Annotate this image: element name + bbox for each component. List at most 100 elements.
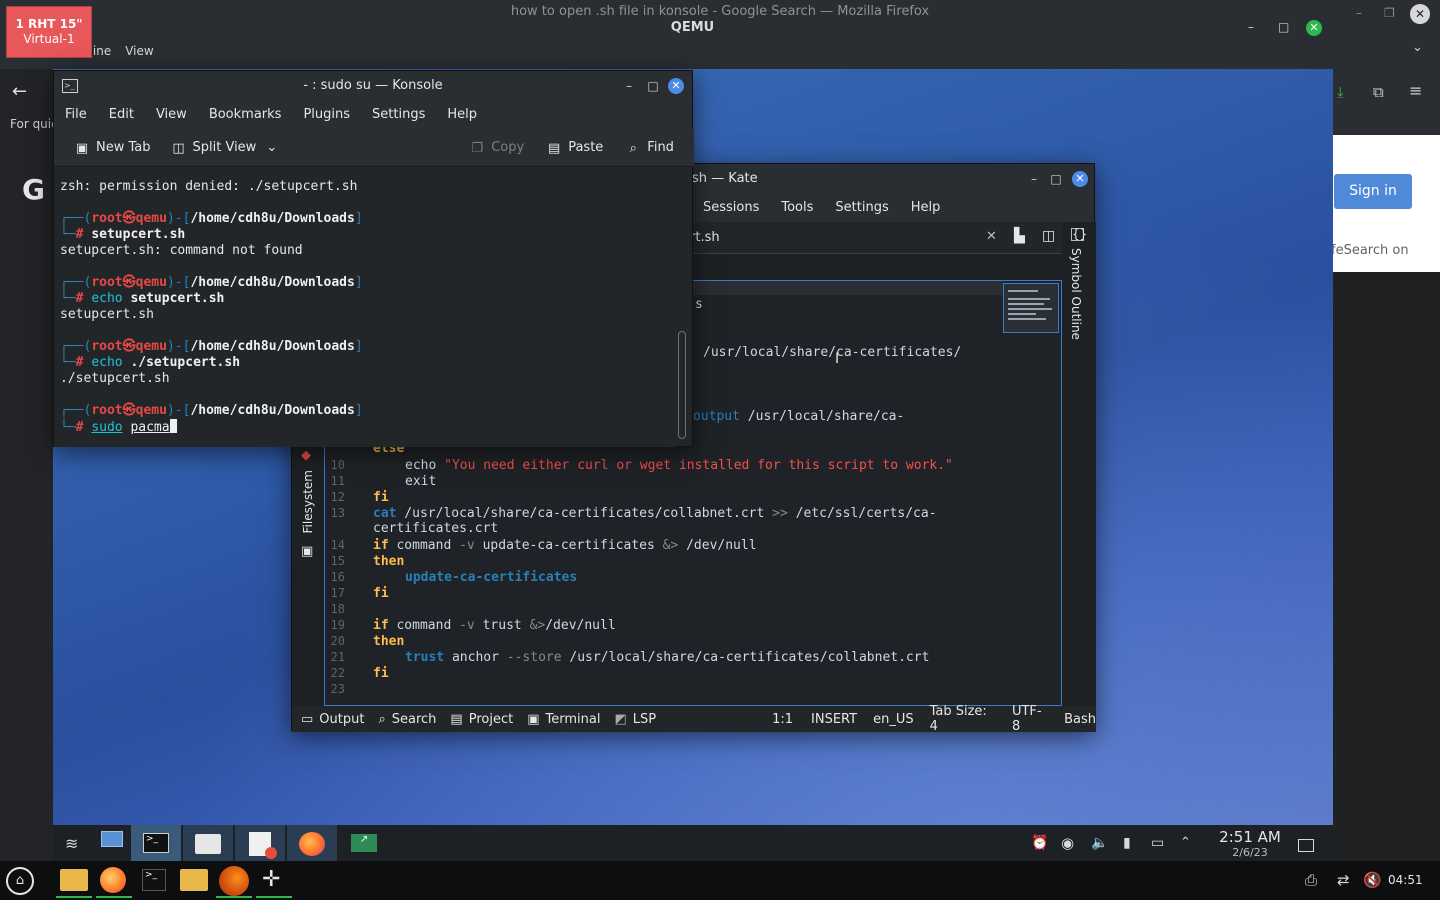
current-command-line[interactable]: └─# sudo pacma	[60, 419, 676, 435]
qemu-window-title: QEMU	[670, 20, 715, 35]
kate-maximize-button[interactable]: □	[1048, 171, 1064, 187]
display-icon[interactable]: ▭	[1151, 835, 1164, 851]
host-page-hint: For quic	[10, 117, 58, 131]
konsole-menu-help[interactable]: Help	[447, 101, 477, 129]
host-ff-minimize-button[interactable]: –	[1356, 6, 1362, 20]
symbol-outline-icon[interactable]: {}	[1071, 228, 1087, 241]
terminal-line: ./setupcert.sh	[60, 371, 170, 386]
konsole-minimize-button[interactable]: –	[621, 78, 637, 94]
volume-icon[interactable]: 🔈	[1091, 835, 1108, 851]
kate-close-button[interactable]: ✕	[1072, 171, 1088, 187]
status-project-tab[interactable]: Project	[469, 712, 513, 727]
kate-menu-settings[interactable]: Settings	[835, 194, 888, 222]
vm-clock[interactable]: 2:51 AM 2/6/23	[1210, 828, 1290, 859]
lsp-icon[interactable]: ◩	[614, 712, 626, 727]
host-back-icon[interactable]: ←	[12, 81, 27, 102]
host-qemu-icon[interactable]	[216, 863, 252, 898]
konsole-menu-plugins[interactable]: Plugins	[303, 101, 350, 129]
downloads-icon[interactable]: ⤓	[1337, 83, 1344, 101]
konsole-menu-settings[interactable]: Settings	[372, 101, 425, 129]
minimap[interactable]	[1003, 283, 1059, 333]
vm-taskbar: ≋ >_ ↗ ⏰ ◉ 🔈 ▮ ▭ ⌃ 2:51 AM 2/6/23	[53, 825, 1333, 861]
kate-new-file-icon[interactable]: ▙	[1014, 228, 1025, 244]
konsole-menu-file[interactable]: File	[65, 101, 87, 129]
host-muted-volume-icon[interactable]: 🔇	[1363, 871, 1382, 889]
qemu-menu-view[interactable]: View	[125, 44, 153, 66]
show-desktop-button[interactable]	[1298, 839, 1314, 852]
konsole-menu-edit[interactable]: Edit	[109, 101, 134, 129]
new-tab-button[interactable]: ▣ New Tab	[74, 140, 151, 156]
documents-icon[interactable]: ▣	[301, 544, 313, 559]
konsole-menu-view[interactable]: View	[156, 101, 187, 129]
konsole-app-icon[interactable]: >_	[62, 79, 78, 93]
konsole-title: - : sudo su — Konsole	[303, 78, 443, 93]
paste-button[interactable]: ▤ Paste	[546, 140, 603, 156]
status-terminal-tab[interactable]: Terminal	[546, 712, 601, 727]
new-tab-icon: ▣	[75, 140, 89, 156]
kate-menu-tools[interactable]: Tools	[781, 194, 813, 222]
host-files-icon[interactable]	[56, 863, 92, 898]
split-view-button[interactable]: ◫ Split View ⌄	[171, 140, 277, 156]
show-desktop-icon[interactable]	[93, 825, 131, 861]
host-terminal-icon[interactable]: >_	[136, 863, 172, 898]
find-button[interactable]: ⌕ Find	[625, 140, 674, 156]
qemu-maximize-button[interactable]: □	[1278, 20, 1292, 34]
konsole-maximize-button[interactable]: □	[645, 78, 661, 94]
kate-menu-sessions[interactable]: Sessions	[703, 194, 759, 222]
host-firefox-icon[interactable]	[96, 863, 132, 898]
project-icon[interactable]: ▤	[450, 712, 462, 727]
network-status-icon[interactable]: ◉	[1061, 834, 1074, 852]
konsole-menu-bookmarks[interactable]: Bookmarks	[209, 101, 282, 129]
host-folder-icon[interactable]	[176, 863, 212, 898]
kate-tab-name[interactable]: rt.sh	[690, 230, 720, 245]
code-fragment-output: output /usr/local/share/ca-	[693, 409, 905, 424]
spell-language[interactable]: en_US	[873, 712, 914, 727]
google-sign-in-button[interactable]: Sign in	[1334, 174, 1412, 209]
host-firefox-title: how to open .sh file in konsole - Google…	[510, 4, 930, 19]
kate-split-icon[interactable]: ◫	[1042, 228, 1055, 244]
host-launcher-icon[interactable]: ⌂	[2, 863, 38, 898]
status-search-tab[interactable]: Search	[392, 712, 437, 727]
host-clock[interactable]: 04:51	[1388, 873, 1423, 887]
terminal-icon[interactable]: ▣	[527, 712, 539, 727]
kate-menu-help[interactable]: Help	[911, 194, 941, 222]
filesystem-tab[interactable]: Filesystem	[301, 470, 315, 533]
clipboard-icon[interactable]: ▮	[1123, 835, 1131, 851]
terminal-scrollbar[interactable]	[678, 331, 686, 439]
cursor-position[interactable]: 1:1	[772, 712, 793, 727]
konsole-close-button[interactable]: ✕	[668, 78, 684, 94]
app-menu-icon[interactable]: ≡	[1409, 81, 1422, 100]
taskbar-file-manager[interactable]	[183, 825, 233, 861]
qemu-close-button[interactable]: ✕	[1306, 20, 1322, 36]
search-icon[interactable]: ⌕	[378, 712, 385, 727]
prompt-line: ┌──(root㉿qemu)-[/home/cdh8u/Downloads]	[60, 339, 363, 354]
tray-expand-icon[interactable]: ⌃	[1180, 835, 1191, 850]
git-icon[interactable]: ◆	[301, 448, 311, 463]
taskbar-kate[interactable]	[235, 825, 285, 861]
host-move-tool-icon[interactable]: ✛	[256, 863, 292, 898]
copy-button[interactable]: ❐ Copy	[469, 140, 524, 156]
input-mode[interactable]: INSERT	[811, 712, 857, 727]
encoding[interactable]: UTF-8	[1012, 704, 1048, 734]
terminal-output[interactable]: zsh: permission denied: ./setupcert.sh ┌…	[54, 167, 676, 447]
host-ff-restore-button[interactable]: ❐	[1384, 6, 1395, 20]
output-icon[interactable]: ▭	[301, 712, 313, 727]
host-firefox-left-edge: ← For quic G	[0, 69, 58, 861]
tab-size[interactable]: Tab Size: 4	[930, 704, 996, 734]
extensions-icon[interactable]: ⧉	[1373, 83, 1384, 101]
qemu-minimize-button[interactable]: –	[1248, 20, 1262, 34]
taskbar-remote-app[interactable]: ↗	[339, 825, 389, 861]
host-printer-icon[interactable]: ⎙	[1305, 871, 1317, 889]
host-network-icon[interactable]: ⇄	[1337, 871, 1350, 889]
kate-minimize-button[interactable]: –	[1026, 171, 1042, 187]
taskbar-firefox[interactable]	[287, 825, 337, 861]
host-ff-list-tabs-icon[interactable]: ⌄	[1412, 40, 1423, 55]
taskbar-konsole[interactable]: >_	[131, 825, 181, 861]
kate-tab-close-icon[interactable]: ✕	[986, 229, 997, 244]
notifications-icon[interactable]: ⏰	[1031, 835, 1048, 851]
syntax-mode[interactable]: Bash	[1064, 712, 1096, 727]
symbol-outline-tab[interactable]: Symbol Outline	[1069, 248, 1083, 340]
status-output-tab[interactable]: Output	[319, 712, 364, 727]
host-ff-close-button[interactable]: ✕	[1410, 4, 1430, 24]
status-lsp-tab[interactable]: LSP	[633, 712, 656, 727]
